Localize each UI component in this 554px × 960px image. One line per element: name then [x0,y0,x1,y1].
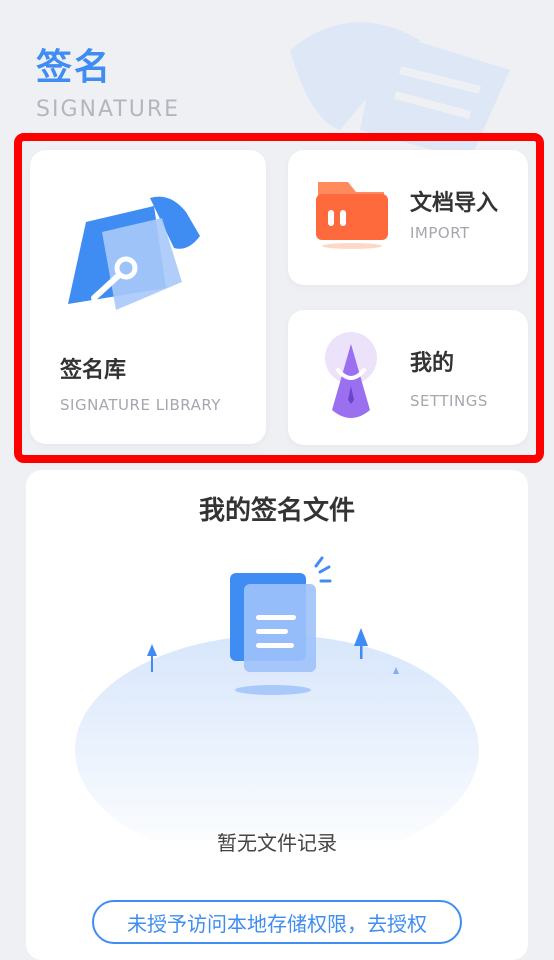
grant-storage-permission-button[interactable]: 未授予访问本地存储权限，去授权 [92,900,462,944]
page-subtitle: SIGNATURE [36,97,181,122]
page-title: 签名 [36,47,113,88]
empty-documents-illustration [75,556,479,840]
empty-records-text: 暂无文件记录 [217,831,337,855]
signature-files-panel: 我的签名文件 暂无文件记录 未授予访问本地存储权限，去授权 [26,470,528,960]
highlight-frame [14,133,544,463]
signature-files-title: 我的签名文件 [198,496,355,526]
